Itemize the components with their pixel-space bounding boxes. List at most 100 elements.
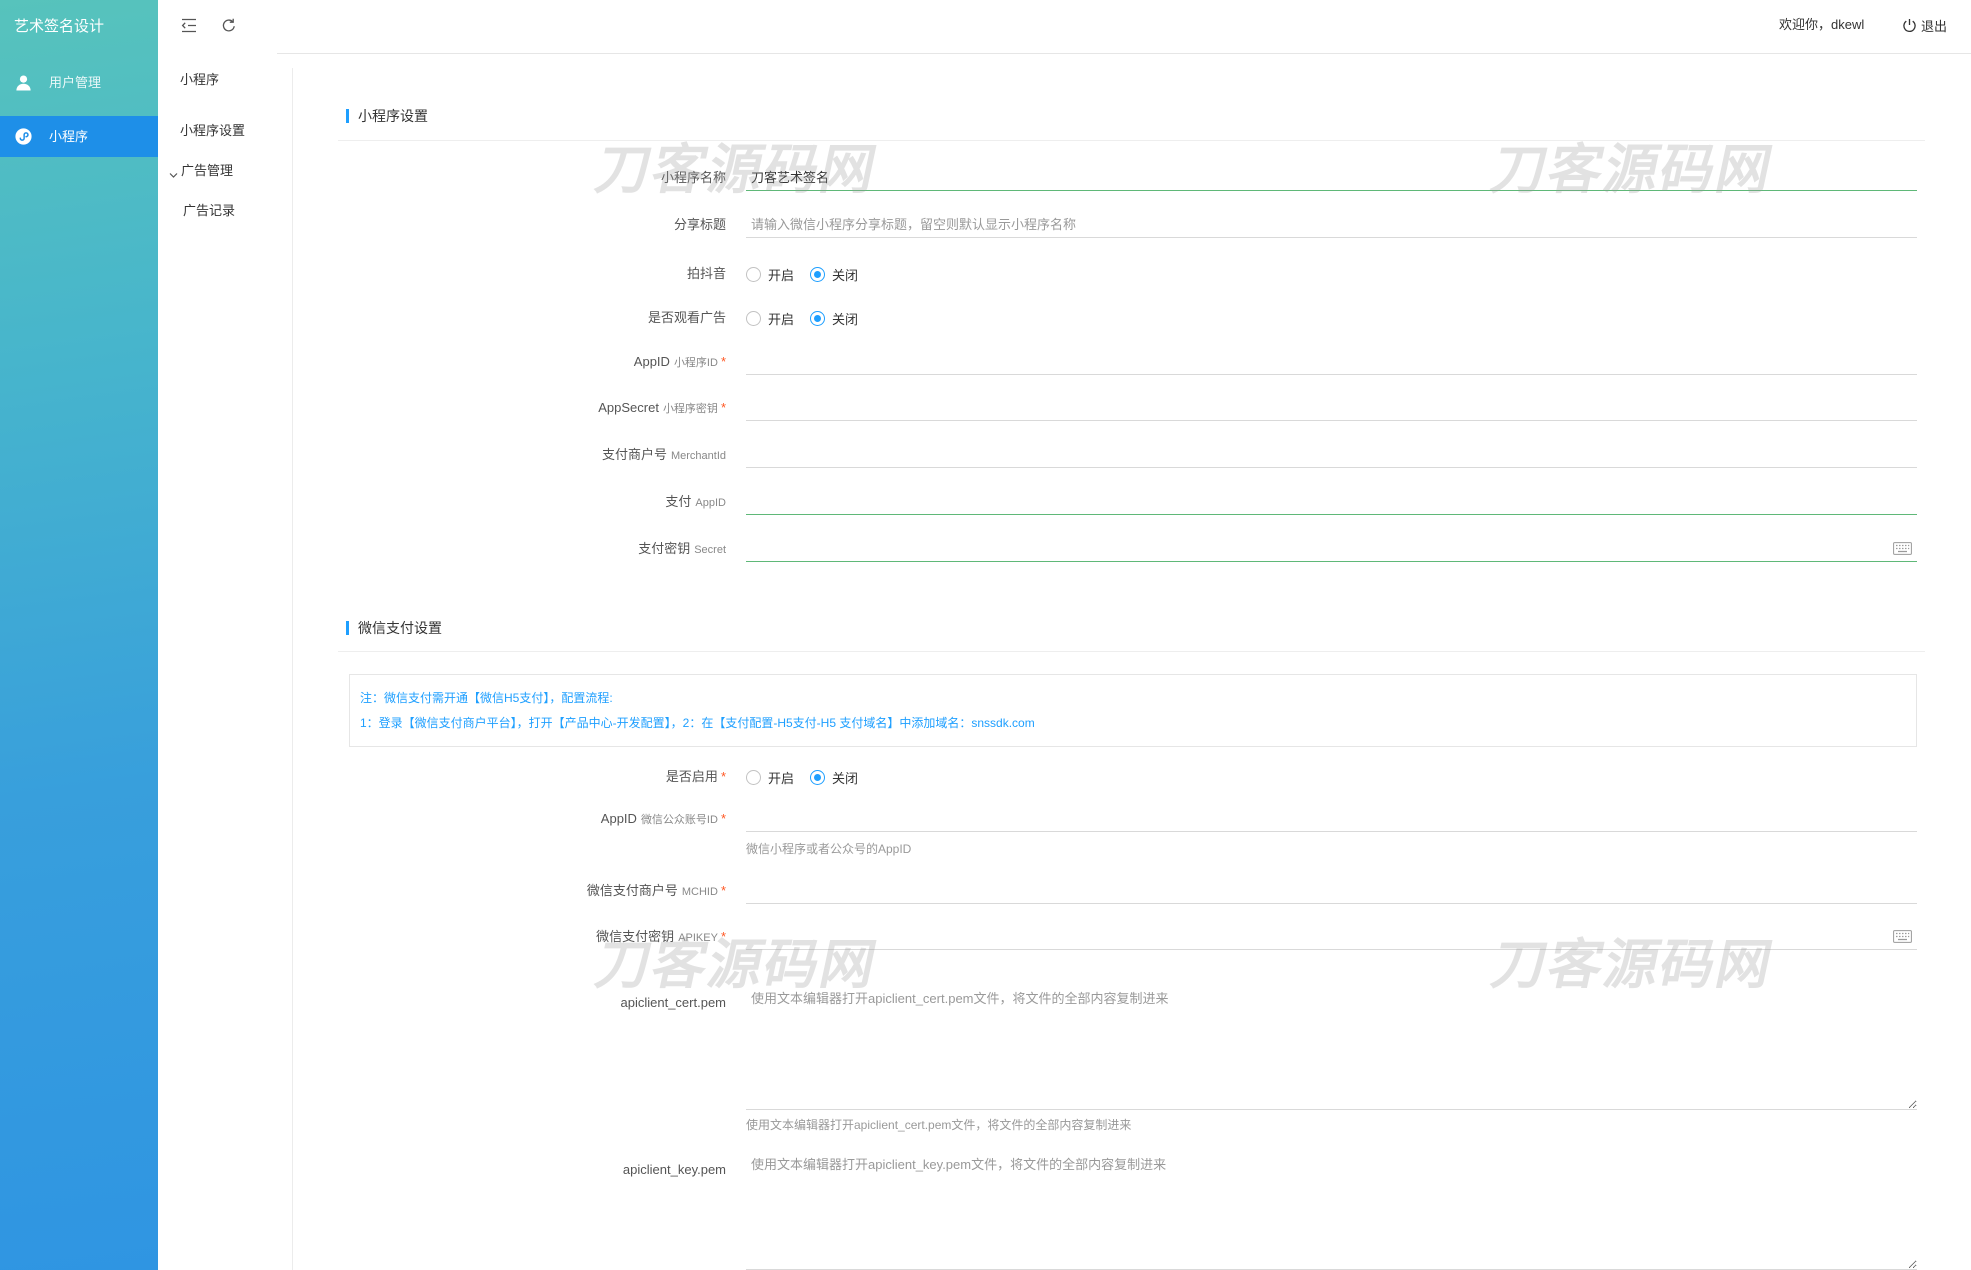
required-mark: * — [720, 769, 726, 784]
merchant-id-input[interactable] — [746, 442, 1917, 468]
radio-checked-icon — [810, 310, 826, 326]
radio-circle-icon — [746, 266, 761, 282]
logout-button[interactable]: 退出 — [1902, 0, 1947, 50]
field-label: 拍抖音 — [338, 261, 726, 287]
douyin-radio-group: 开启 关闭 — [746, 261, 874, 287]
sidebar: 艺术签名设计 用户管理 小程序 — [0, 0, 158, 1270]
pay-appid-input[interactable] — [746, 489, 1917, 515]
wechat-appid-input[interactable] — [746, 806, 1917, 832]
radio-checked-icon — [810, 266, 826, 282]
field-label-text: 分享标题 — [673, 217, 726, 232]
field-share-title: 分享标题 — [338, 212, 1917, 238]
required-mark: * — [720, 883, 726, 898]
share-title-input[interactable] — [746, 212, 1917, 238]
pay-secret-input[interactable] — [746, 536, 1917, 562]
apiclient-cert-help: 使用文本编辑器打开apiclient_cert.pem文件，将文件的全部内容复制… — [746, 1118, 1132, 1132]
field-label: AppSecret 小程序密钥 * — [338, 395, 726, 421]
section-divider — [338, 140, 1925, 141]
radio-option-off[interactable]: 关闭 — [810, 768, 858, 787]
radio-option-off[interactable]: 关闭 — [810, 265, 858, 284]
subnav-item-miniprogram-settings[interactable]: 小程序设置 — [180, 121, 245, 141]
field-label: 是否观看广告 — [338, 305, 726, 331]
field-label-sub: APIKEY — [678, 932, 718, 944]
field-apikey: 微信支付密钥 APIKEY * — [338, 924, 1917, 950]
app-title: 艺术签名设计 — [14, 18, 105, 35]
field-label-sub: AppID — [695, 497, 726, 509]
field-label-text: 微信支付密钥 — [596, 929, 675, 944]
field-label-text: AppID — [633, 354, 670, 369]
field-appid: AppID 小程序ID * — [338, 349, 1917, 375]
mchid-input[interactable] — [746, 878, 1917, 904]
radio-option-on[interactable]: 开启 — [746, 265, 794, 284]
field-label-text: 支付商户号 — [601, 447, 667, 462]
logout-label: 退出 — [1921, 18, 1948, 34]
radio-label: 关闭 — [832, 267, 859, 283]
sidebar-item-user-management[interactable]: 用户管理 — [0, 62, 158, 103]
field-wechat-appid: AppID 微信公众账号ID * — [338, 806, 1917, 832]
field-douyin: 拍抖音 开启 关闭 — [338, 261, 1917, 287]
field-label-text: 是否观看广告 — [647, 310, 726, 325]
appid-input[interactable] — [746, 349, 1917, 375]
notice-line: 注：微信支付需开通【微信H5支付】，配置流程: — [360, 691, 613, 705]
radio-label: 开启 — [768, 770, 795, 786]
field-label-text: apiclient_key.pem — [622, 1162, 726, 1177]
field-label-sub: 微信公众账号ID — [640, 814, 718, 826]
sidebar-item-label: 小程序 — [49, 129, 89, 144]
refresh-icon[interactable] — [221, 18, 237, 33]
pay-enable-radio-group: 开启 关闭 — [746, 764, 874, 790]
radio-checked-icon — [810, 769, 826, 785]
subnav-heading: 小程序 — [180, 72, 220, 87]
radio-option-on[interactable]: 开启 — [746, 768, 794, 787]
chevron-down-icon[interactable] — [169, 167, 178, 178]
required-mark: * — [720, 929, 726, 944]
field-merchant-id: 支付商户号 MerchantId — [338, 442, 1917, 468]
field-appsecret: AppSecret 小程序密钥 * — [338, 395, 1917, 421]
field-label-text: apiclient_cert.pem — [620, 995, 727, 1010]
field-label: 微信支付商户号 MCHID * — [338, 878, 726, 904]
field-mchid: 微信支付商户号 MCHID * — [338, 878, 1917, 904]
field-label-text: 支付 — [665, 494, 692, 509]
radio-label: 关闭 — [832, 770, 859, 786]
subnav-item-ad-records[interactable]: 广告记录 — [183, 201, 235, 221]
user-icon — [15, 74, 32, 91]
field-pay-enable: 是否启用 * 开启 关闭 — [338, 764, 1917, 790]
top-header: 欢迎你，dkewl 退出 — [158, 0, 1971, 53]
apiclient-cert-textarea[interactable] — [746, 988, 1917, 1110]
apikey-input[interactable] — [746, 924, 1917, 950]
radio-option-off[interactable]: 关闭 — [810, 309, 858, 328]
field-label: AppID 微信公众账号ID * — [338, 806, 726, 832]
field-label-sub: MCHID — [681, 886, 718, 898]
keyboard-icon[interactable] — [1893, 542, 1912, 555]
radio-circle-icon — [746, 310, 761, 326]
required-mark: * — [720, 354, 726, 369]
main-content: 小程序设置 小程序名称 分享标题 拍抖音 开启 关闭 是否观看广告 开启 关闭 … — [292, 68, 1971, 1270]
field-label-text: 支付密钥 — [638, 541, 691, 556]
header-divider — [277, 53, 1971, 54]
field-label: apiclient_cert.pem — [338, 990, 727, 1016]
radio-label: 开启 — [768, 267, 795, 283]
sidebar-item-mini-program[interactable]: 小程序 — [0, 116, 158, 157]
miniprogram-name-input[interactable] — [746, 165, 1917, 191]
apiclient-key-textarea[interactable] — [746, 1154, 1917, 1270]
subnav-item-ad-management[interactable]: 广告管理 — [181, 161, 233, 181]
appsecret-input[interactable] — [746, 395, 1917, 421]
field-label-sub: 小程序ID — [673, 357, 718, 369]
field-label: apiclient_key.pem — [338, 1157, 726, 1183]
radio-label: 开启 — [768, 311, 795, 327]
field-label: AppID 小程序ID * — [338, 349, 726, 375]
wechat-pay-notice: 注：微信支付需开通【微信H5支付】，配置流程: 1：登录【微信支付商户平台】，打… — [349, 674, 1917, 747]
radio-option-on[interactable]: 开启 — [746, 309, 794, 328]
field-pay-secret: 支付密钥 Secret — [338, 536, 1917, 562]
field-miniprogram-name: 小程序名称 — [338, 165, 1917, 191]
field-label: 支付商户号 MerchantId — [338, 442, 726, 468]
keyboard-icon[interactable] — [1893, 930, 1912, 943]
field-label-text: 小程序名称 — [660, 170, 726, 185]
menu-fold-icon[interactable] — [181, 18, 197, 33]
section-title-wechat-pay: 微信支付设置 — [346, 618, 442, 638]
section-title-miniprogram: 小程序设置 — [346, 106, 428, 126]
section-divider — [338, 651, 1925, 652]
required-mark: * — [720, 811, 726, 826]
field-label-sub: MerchantId — [670, 450, 726, 462]
welcome-text: 欢迎你，dkewl — [1779, 17, 1865, 32]
field-apiclient-cert: apiclient_cert.pem — [338, 988, 1917, 1110]
